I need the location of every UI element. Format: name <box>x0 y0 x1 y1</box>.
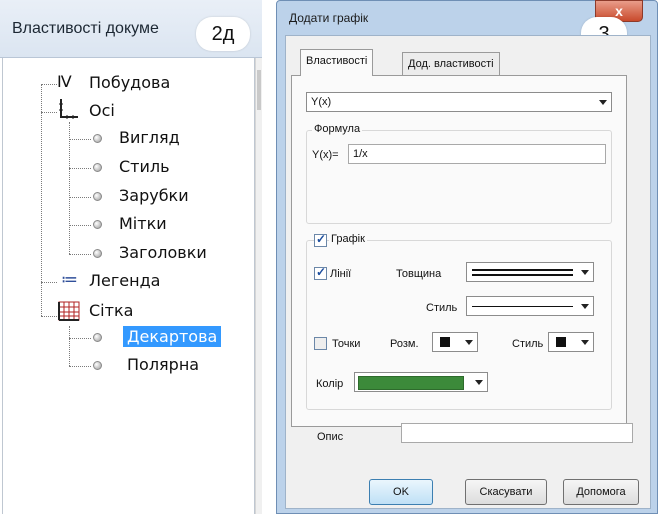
tree-item-legend[interactable]: Легенда <box>89 271 160 290</box>
dialog-title: Додати графік <box>289 11 369 25</box>
tree-connector <box>69 168 91 169</box>
color-label: Колір <box>316 378 344 390</box>
graph-checkbox[interactable] <box>314 232 327 247</box>
square-marker-icon <box>440 337 450 347</box>
add-graph-dialog: Додати графік x 3 Властивості Дод. власт… <box>276 0 658 514</box>
lines-checkbox[interactable] <box>314 265 327 280</box>
chevron-down-icon <box>581 340 589 345</box>
bullet-icon <box>93 134 102 143</box>
tree-item-polar[interactable]: Полярна <box>127 355 199 374</box>
tree-item-view[interactable]: Вигляд <box>119 128 180 147</box>
help-button[interactable]: Допомога <box>563 479 639 505</box>
tree-item-style[interactable]: Стиль <box>119 157 170 176</box>
chevron-down-icon <box>599 100 607 105</box>
point-style-label: Стиль <box>512 338 544 350</box>
properties-tab-panel: Y(x) Формула Y(x)= 1/x Графік Лінії Товщ… <box>291 75 627 427</box>
tree-connector <box>41 316 57 317</box>
ok-button[interactable]: OK <box>369 479 433 505</box>
bullet-icon <box>93 220 102 229</box>
bullet-icon <box>93 192 102 201</box>
construction-icon-glyph: IV <box>57 72 72 91</box>
point-size-select[interactable] <box>432 332 478 352</box>
chevron-down-icon <box>465 340 473 345</box>
tab-extra-properties[interactable]: Дод. властивості <box>402 52 500 76</box>
tree-item-labels[interactable]: Мітки <box>119 214 167 233</box>
tree-item-construction[interactable]: Побудова <box>89 73 170 92</box>
tree-item-grid[interactable]: Сітка <box>89 301 133 320</box>
construction-icon: IV <box>57 72 72 91</box>
tree-item-axes[interactable]: Осі <box>89 101 115 120</box>
chevron-down-icon <box>581 270 589 275</box>
square-marker-icon <box>556 337 566 347</box>
tree-scrollbar[interactable] <box>255 58 262 514</box>
line-style-select[interactable] <box>466 296 594 316</box>
point-size-label: Розм. <box>390 338 419 350</box>
tree-connector <box>69 366 91 367</box>
points-checkbox[interactable] <box>314 337 327 350</box>
tree-connector <box>69 122 70 254</box>
document-properties-panel: Властивості докуме 2д IV Побудова Осі Ви… <box>0 0 262 514</box>
tree-scrollbar-thumb[interactable] <box>257 70 261 110</box>
tree-item-cartesian[interactable]: Декартова <box>123 326 222 347</box>
line-style-label: Стиль <box>426 302 458 314</box>
color-select[interactable] <box>354 372 488 392</box>
bullet-icon <box>93 249 102 258</box>
description-input[interactable] <box>401 423 633 443</box>
tree-item-ticks[interactable]: Зарубки <box>119 186 189 205</box>
thickness-label: Товщина <box>396 268 442 280</box>
legend-icon: ≔ <box>61 270 78 290</box>
formula-group-label: Формула <box>312 123 363 135</box>
thick-line-preview <box>472 269 573 276</box>
chevron-down-icon <box>581 304 589 309</box>
tab-properties[interactable]: Властивості <box>300 49 374 76</box>
panel-title: Властивості докуме <box>12 20 159 37</box>
formula-input[interactable]: 1/x <box>348 144 606 164</box>
tree-connector <box>41 84 57 85</box>
function-type-select[interactable]: Y(x) <box>306 92 612 112</box>
chevron-down-icon <box>475 380 483 385</box>
tree-connector <box>69 197 91 198</box>
legend-icon-glyph: ≔ <box>61 270 78 290</box>
graph-group-label: Графік <box>329 233 367 245</box>
function-type-value: Y(x) <box>311 96 332 108</box>
tree-item-titles[interactable]: Заголовки <box>119 243 207 262</box>
bullet-icon <box>93 333 102 342</box>
formula-prefix: Y(x)= <box>312 149 339 161</box>
bullet-icon <box>93 163 102 172</box>
solid-line-preview <box>472 306 573 307</box>
color-swatch <box>358 376 464 390</box>
tree-connector <box>69 225 91 226</box>
tree-connector <box>69 139 91 140</box>
point-style-select[interactable] <box>548 332 594 352</box>
tree-connector <box>69 326 70 366</box>
line-thickness-select[interactable] <box>466 262 594 282</box>
grid-icon <box>58 301 80 321</box>
tree-connector <box>69 254 91 255</box>
bullet-icon <box>93 361 102 370</box>
description-label: Опис <box>317 431 344 443</box>
axes-icon <box>59 99 78 119</box>
properties-tree: IV Побудова Осі Вигляд Стиль Зарубки Міт… <box>2 58 255 514</box>
step-badge-left: 2д <box>196 17 250 51</box>
tree-connector <box>41 282 57 283</box>
cancel-button[interactable]: Скасувати <box>465 479 547 505</box>
tree-connector <box>69 338 91 339</box>
points-label: Точки <box>332 338 361 350</box>
lines-label: Лінії <box>330 268 352 280</box>
